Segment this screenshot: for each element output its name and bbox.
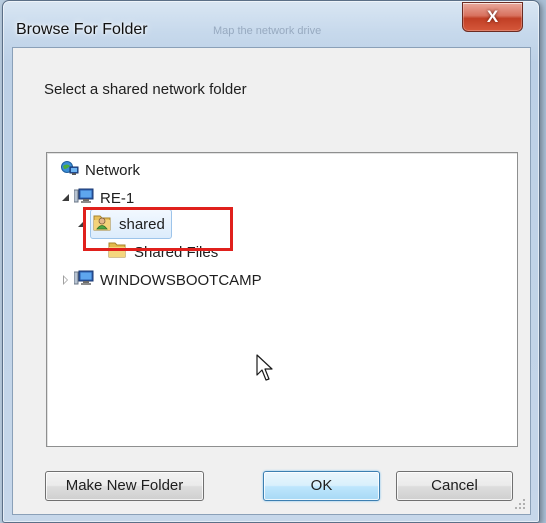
computer-icon — [73, 270, 94, 290]
tree-item-re-1[interactable]: RE-1 — [61, 185, 134, 211]
tree-item-shared[interactable]: shared — [77, 209, 172, 239]
tree-item-label: WINDOWSBOOTCAMP — [100, 271, 262, 289]
browse-for-folder-dialog: Map the network drive Browse For Folder … — [2, 0, 540, 523]
title-bar[interactable]: Map the network drive Browse For Folder … — [3, 1, 539, 47]
close-button[interactable]: X — [462, 2, 523, 32]
tree-item-network[interactable]: Network — [61, 157, 140, 183]
background-window-title: Map the network drive — [213, 25, 322, 37]
cancel-button[interactable]: Cancel — [396, 471, 513, 501]
tree-item-label: Shared Files — [134, 243, 219, 261]
make-new-folder-button[interactable]: Make New Folder — [45, 471, 204, 501]
resize-grip-icon[interactable] — [514, 498, 526, 510]
mouse-pointer-icon — [256, 354, 273, 381]
tree-item-label: Network — [85, 161, 141, 179]
tree-item-windowsbootcamp[interactable]: WINDOWSBOOTCAMP — [61, 267, 262, 293]
folder-icon — [108, 241, 128, 263]
selected-folder[interactable]: shared — [90, 209, 172, 239]
folder-tree[interactable]: Network RE-1 shared Shared Files WINDOWS… — [46, 152, 518, 447]
dialog-client-area: Select a shared network folder Network R… — [12, 47, 531, 515]
tree-item-label: shared — [119, 215, 165, 233]
close-icon: X — [486, 7, 499, 26]
dialog-title: Browse For Folder — [16, 21, 148, 38]
computer-icon — [73, 188, 94, 208]
tree-item-label: RE-1 — [100, 189, 135, 207]
collapse-arrow-icon[interactable] — [61, 275, 71, 285]
expand-arrow-icon[interactable] — [61, 193, 71, 203]
expand-arrow-icon[interactable] — [77, 219, 87, 229]
tree-item-shared-files[interactable]: Shared Files — [108, 239, 218, 265]
instruction-text: Select a shared network folder — [44, 81, 247, 98]
ok-button[interactable]: OK — [263, 471, 380, 501]
network-icon — [61, 160, 79, 180]
user-folder-icon — [93, 212, 113, 236]
